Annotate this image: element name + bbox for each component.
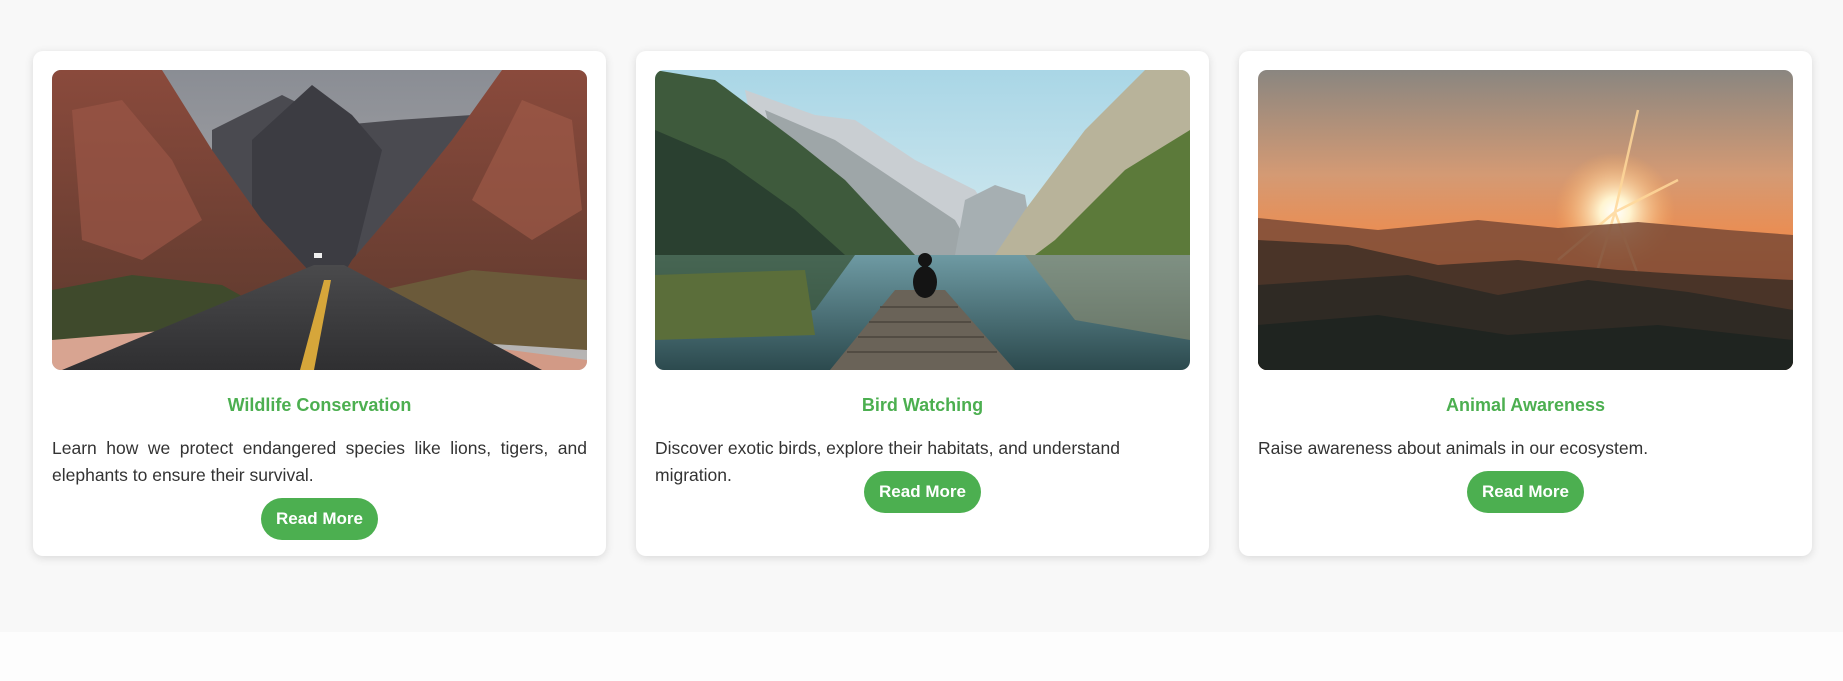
card-title: Wildlife Conservation xyxy=(227,395,412,415)
card-title: Bird Watching xyxy=(861,395,984,415)
card-description: Learn how we protect endangered species … xyxy=(52,438,587,485)
card-wildlife-conservation: Wildlife Conservation Learn how we prote… xyxy=(33,51,606,556)
read-more-button[interactable]: Read More xyxy=(1467,471,1584,513)
read-more-button[interactable]: Read More xyxy=(864,471,981,513)
card-image-sunset-mountains xyxy=(1258,70,1793,370)
card-description: Raise awareness about animals in our eco… xyxy=(1258,438,1649,458)
card-bird-watching: Bird Watching Discover exotic birds, exp… xyxy=(636,51,1209,556)
read-more-button[interactable]: Read More xyxy=(261,498,378,540)
cards-section: Wildlife Conservation Learn how we prote… xyxy=(0,0,1843,632)
card-image-mountain-lake xyxy=(655,70,1190,370)
card-title: Animal Awareness xyxy=(1445,395,1606,415)
card-image-canyon-road xyxy=(52,70,587,370)
card-animal-awareness: Animal Awareness Raise awareness about a… xyxy=(1239,51,1812,556)
